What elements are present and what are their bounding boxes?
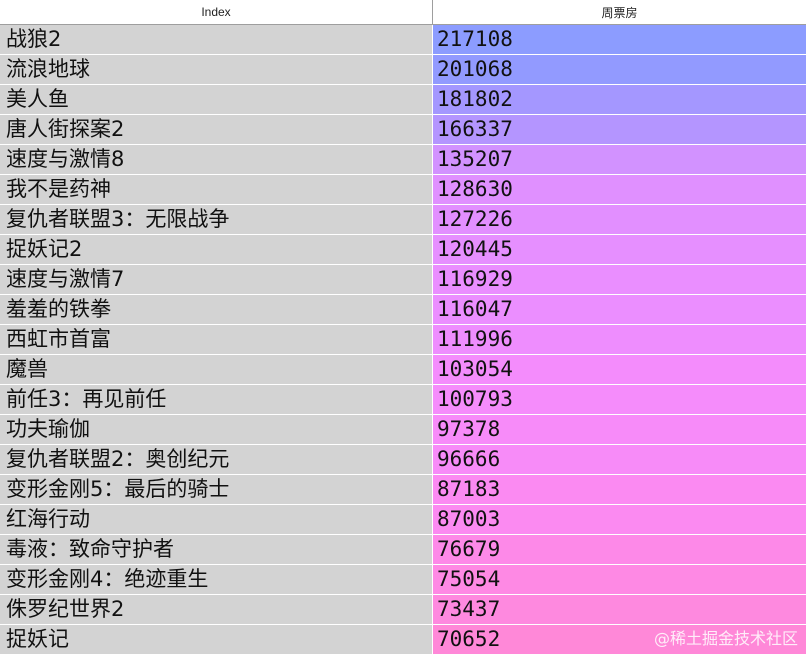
row-value-cell[interactable]: 166337 [433,115,806,145]
column-header-index[interactable]: Index [0,0,433,24]
table-row[interactable]: 捉妖记2 120445 [0,235,806,265]
row-value-cell[interactable]: 87183 [433,475,806,505]
row-index-cell[interactable]: 红海行动 [0,505,433,535]
row-value-cell[interactable]: 87003 [433,505,806,535]
table-row[interactable]: 复仇者联盟3：无限战争 127226 [0,205,806,235]
row-value-cell[interactable]: 116929 [433,265,806,295]
row-index-cell[interactable]: 前任3：再见前任 [0,385,433,415]
table-row[interactable]: 速度与激情7 116929 [0,265,806,295]
table-header-row: Index 周票房 [0,0,806,25]
row-index-cell[interactable]: 侏罗纪世界2 [0,595,433,625]
column-header-weekly-box-office[interactable]: 周票房 [433,0,806,24]
row-index-cell[interactable]: 美人鱼 [0,85,433,115]
row-index-cell[interactable]: 我不是药神 [0,175,433,205]
row-value-cell[interactable]: 100793 [433,385,806,415]
table-row[interactable]: 我不是药神 128630 [0,175,806,205]
table-row[interactable]: 战狼2 217108 [0,25,806,55]
row-value-cell[interactable]: 201068 [433,55,806,85]
row-value-cell[interactable]: 73437 [433,595,806,625]
row-value-cell[interactable]: 135207 [433,145,806,175]
row-index-cell[interactable]: 毒液：致命守护者 [0,535,433,565]
row-index-cell[interactable]: 西虹市首富 [0,325,433,355]
row-index-cell[interactable]: 变形金刚4：绝迹重生 [0,565,433,595]
table-row[interactable]: 西虹市首富 111996 [0,325,806,355]
table-row[interactable]: 红海行动 87003 [0,505,806,535]
row-index-cell[interactable]: 复仇者联盟3：无限战争 [0,205,433,235]
row-index-cell[interactable]: 速度与激情8 [0,145,433,175]
table-row[interactable]: 复仇者联盟2：奥创纪元 96666 [0,445,806,475]
row-value-cell[interactable]: 111996 [433,325,806,355]
row-value-cell[interactable]: 75054 [433,565,806,595]
row-index-cell[interactable]: 战狼2 [0,25,433,55]
row-index-cell[interactable]: 唐人街探案2 [0,115,433,145]
table-row[interactable]: 唐人街探案2 166337 [0,115,806,145]
styled-dataframe-table: Index 周票房 战狼2 217108 流浪地球 201068 美人鱼 181802 唐人… [0,0,806,655]
row-value-cell[interactable]: 96666 [433,445,806,475]
row-index-cell[interactable]: 变形金刚5：最后的骑士 [0,475,433,505]
table-row[interactable]: 羞羞的铁拳 116047 [0,295,806,325]
row-value-cell[interactable]: 97378 [433,415,806,445]
row-value-cell[interactable]: 128630 [433,175,806,205]
table-row[interactable]: 魔兽 103054 [0,355,806,385]
row-index-cell[interactable]: 捉妖记2 [0,235,433,265]
row-value-cell[interactable]: 127226 [433,205,806,235]
row-index-cell[interactable]: 流浪地球 [0,55,433,85]
row-value-cell[interactable]: 116047 [433,295,806,325]
row-index-cell[interactable]: 羞羞的铁拳 [0,295,433,325]
table-body: 战狼2 217108 流浪地球 201068 美人鱼 181802 唐人街探案2 166337… [0,25,806,655]
table-row[interactable]: 功夫瑜伽 97378 [0,415,806,445]
table-row[interactable]: 侏罗纪世界2 73437 [0,595,806,625]
table-row[interactable]: 速度与激情8 135207 [0,145,806,175]
table-row[interactable]: 变形金刚4：绝迹重生 75054 [0,565,806,595]
row-value-cell[interactable]: 76679 [433,535,806,565]
row-index-cell[interactable]: 功夫瑜伽 [0,415,433,445]
row-value-cell[interactable]: 181802 [433,85,806,115]
row-value-cell[interactable]: 120445 [433,235,806,265]
row-index-cell[interactable]: 捉妖记 [0,625,433,655]
table-row[interactable]: 美人鱼 181802 [0,85,806,115]
table-row[interactable]: 毒液：致命守护者 76679 [0,535,806,565]
row-index-cell[interactable]: 复仇者联盟2：奥创纪元 [0,445,433,475]
row-index-cell[interactable]: 速度与激情7 [0,265,433,295]
table-row[interactable]: 前任3：再见前任 100793 [0,385,806,415]
table-row[interactable]: 流浪地球 201068 [0,55,806,85]
row-index-cell[interactable]: 魔兽 [0,355,433,385]
table-row[interactable]: 变形金刚5：最后的骑士 87183 [0,475,806,505]
row-value-cell[interactable]: 103054 [433,355,806,385]
row-value-cell[interactable]: 217108 [433,25,806,55]
watermark: @稀土掘金技术社区 [653,629,798,648]
